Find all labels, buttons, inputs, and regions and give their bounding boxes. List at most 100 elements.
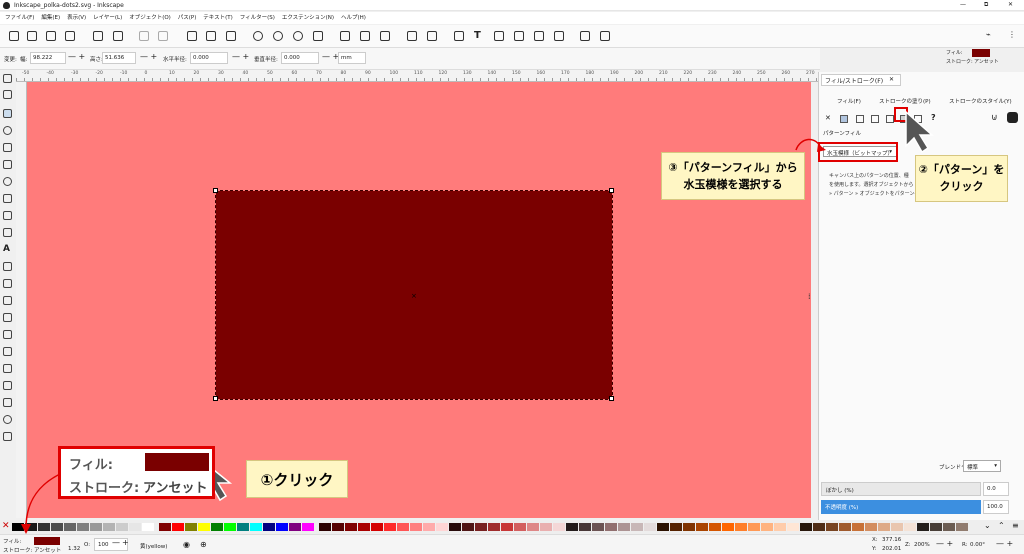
snap-toggle-icon[interactable]: ⌁ (986, 30, 991, 39)
minimize-button[interactable]: — (960, 1, 966, 8)
save-icon[interactable] (46, 31, 56, 41)
palette-swatch[interactable] (211, 523, 223, 531)
palette-swatch[interactable] (553, 523, 565, 531)
pages-tool-icon[interactable] (3, 432, 12, 441)
resize-handle-nw[interactable] (213, 188, 218, 193)
document-properties-icon[interactable] (600, 31, 610, 41)
palette-swatch[interactable] (683, 523, 695, 531)
palette-swatch[interactable] (237, 523, 249, 531)
palette-swatch[interactable] (185, 523, 197, 531)
status-stroke-width[interactable]: 1.32 (68, 546, 80, 552)
palette-swatch[interactable] (839, 523, 851, 531)
palette-swatch[interactable] (891, 523, 903, 531)
palette-swatch[interactable] (709, 523, 721, 531)
text-font-icon[interactable]: T (474, 31, 484, 41)
height-stepper[interactable]: — + (140, 52, 157, 61)
status-layer[interactable]: 黄(yellow) (140, 542, 167, 550)
palette-swatch[interactable] (142, 523, 154, 531)
opacity-slider[interactable]: 不透明度 (%) (821, 500, 981, 514)
maximize-button[interactable]: ⧉ (984, 1, 988, 9)
measure-tool-icon[interactable] (3, 398, 12, 407)
zoom-tool-icon[interactable] (3, 415, 12, 424)
zoom-width-icon[interactable] (313, 31, 323, 41)
panel-tab-close-icon[interactable]: ✕ (889, 76, 894, 83)
menu-view[interactable]: 表示(V) (67, 12, 86, 24)
status-opacity-plus[interactable]: + (122, 538, 129, 547)
palette-swatch[interactable] (475, 523, 487, 531)
palette-swatch[interactable] (800, 523, 812, 531)
opacity-input[interactable]: 100.0 (983, 500, 1009, 514)
palette-swatch[interactable] (852, 523, 864, 531)
open-file-icon[interactable] (27, 31, 37, 41)
zoom-stepper[interactable]: — + (936, 539, 953, 548)
xml-editor-icon[interactable] (514, 31, 524, 41)
palette-swatch[interactable] (774, 523, 786, 531)
palette-swatch[interactable] (332, 523, 344, 531)
objects-icon[interactable] (554, 31, 564, 41)
ry-stepper[interactable]: — + (322, 52, 339, 61)
menu-edit[interactable]: 編集(E) (41, 12, 60, 24)
palette-swatch[interactable] (813, 523, 825, 531)
palette-swatch[interactable] (592, 523, 604, 531)
resize-handle-sw[interactable] (213, 396, 218, 401)
subtab-stroke-style[interactable]: ストロークのスタイル(Y) (949, 97, 1012, 105)
ungroup-icon[interactable] (427, 31, 437, 41)
palette-swatch[interactable] (410, 523, 422, 531)
palette-scroll-up-icon[interactable]: ⌃ (998, 521, 1005, 530)
palette-swatch[interactable] (129, 523, 141, 531)
palette-swatch[interactable] (956, 523, 968, 531)
palette-swatch[interactable] (618, 523, 630, 531)
palette-swatch[interactable] (371, 523, 383, 531)
ellipse-tool-icon[interactable] (3, 126, 12, 135)
blur-input[interactable]: 0.0 (983, 482, 1009, 496)
header-fill-swatch[interactable] (972, 49, 990, 57)
selected-rectangle[interactable]: × (215, 190, 613, 400)
palette-swatch[interactable] (566, 523, 578, 531)
fill-stroke-dialog-icon[interactable] (454, 31, 464, 41)
selector-tool-icon[interactable] (3, 74, 12, 83)
zoom-selection-icon[interactable] (253, 31, 263, 41)
palette-swatch[interactable] (527, 523, 539, 531)
layer-visibility-icon[interactable]: ◉ (183, 540, 190, 549)
import-icon[interactable] (93, 31, 103, 41)
height-input[interactable]: 51.636 (102, 52, 136, 64)
palette-swatch[interactable] (540, 523, 552, 531)
rx-stepper[interactable]: — + (232, 52, 249, 61)
node-tool-icon[interactable] (3, 90, 12, 99)
palette-swatch[interactable] (397, 523, 409, 531)
palette-swatch[interactable] (198, 523, 210, 531)
calligraphy-tool-icon[interactable] (3, 228, 12, 237)
resize-handle-ne[interactable] (609, 188, 614, 193)
palette-swatch[interactable] (263, 523, 275, 531)
palette-swatch[interactable] (250, 523, 262, 531)
copy-icon[interactable] (187, 31, 197, 41)
palette-swatch[interactable] (865, 523, 877, 531)
pen-tool-icon[interactable] (3, 211, 12, 220)
menu-layer[interactable]: レイヤー(L) (93, 12, 122, 24)
tweak-tool-icon[interactable] (3, 330, 12, 339)
pencil-tool-icon[interactable] (3, 194, 12, 203)
palette-swatch[interactable] (657, 523, 669, 531)
layer-lock-icon[interactable]: ⊕ (200, 540, 207, 549)
palette-swatch[interactable] (644, 523, 656, 531)
palette-swatch[interactable] (631, 523, 643, 531)
resize-handle-se[interactable] (609, 396, 614, 401)
snap-options-icon[interactable]: ⋮ (1008, 30, 1016, 39)
panel-resize-handle[interactable]: ⁞ (808, 292, 811, 301)
redo-icon[interactable] (158, 31, 168, 41)
palette-swatch[interactable] (384, 523, 396, 531)
palette-swatch[interactable] (904, 523, 916, 531)
palette-swatch[interactable] (761, 523, 773, 531)
palette-swatch[interactable] (224, 523, 236, 531)
unlink-clone-icon[interactable] (380, 31, 390, 41)
palette-swatch[interactable] (77, 523, 89, 531)
blend-mode-select[interactable]: 標準 ▾ (963, 460, 1001, 472)
palette-swatch[interactable] (358, 523, 370, 531)
undo-icon[interactable] (139, 31, 149, 41)
connector-tool-icon[interactable] (3, 381, 12, 390)
align-distribute-icon[interactable] (534, 31, 544, 41)
palette-swatch[interactable] (787, 523, 799, 531)
new-document-icon[interactable] (9, 31, 19, 41)
subtab-stroke-paint[interactable]: ストロークの塗り(P) (879, 97, 931, 105)
fill-rule-evenodd-icon[interactable]: ⊍ (991, 113, 998, 123)
